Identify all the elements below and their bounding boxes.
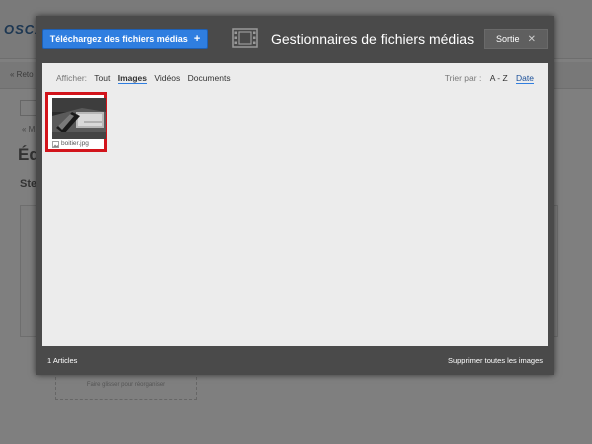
file-name: boitier.jpg bbox=[61, 140, 89, 147]
filter-documents[interactable]: Documents bbox=[188, 73, 231, 83]
item-count: 1 Articles bbox=[47, 356, 78, 365]
filter-videos[interactable]: Vidéos bbox=[154, 73, 180, 83]
close-icon: ✕ bbox=[527, 33, 536, 45]
media-manager-modal: Téléchargez des fichiers médias + Gestio… bbox=[36, 16, 554, 375]
filter-images[interactable]: Images bbox=[117, 73, 147, 84]
exit-button-label: Sortie bbox=[496, 34, 520, 44]
filter-all[interactable]: Tout bbox=[94, 73, 110, 83]
upload-media-button[interactable]: Téléchargez des fichiers médias + bbox=[42, 29, 208, 49]
sort-bar: Trier par : A - Z Date bbox=[439, 73, 534, 84]
delete-all-images-link[interactable]: Supprimer toutes les images bbox=[448, 356, 543, 365]
film-strip-icon bbox=[232, 28, 258, 48]
file-thumbnail bbox=[52, 98, 106, 139]
modal-title: Gestionnaires de fichiers médias bbox=[271, 31, 475, 47]
sort-date[interactable]: Date bbox=[516, 73, 534, 84]
filter-label: Afficher: bbox=[56, 73, 88, 83]
media-file-card[interactable]: boitier.jpg bbox=[45, 92, 107, 152]
sort-label: Trier par : bbox=[444, 73, 482, 83]
media-library-panel: Afficher: Tout Images Vidéos Documents T… bbox=[42, 63, 548, 346]
filter-bar: Afficher: Tout Images Vidéos Documents bbox=[56, 73, 236, 84]
upload-button-label: Téléchargez des fichiers médias bbox=[49, 34, 188, 44]
exit-button[interactable]: Sortie ✕ bbox=[484, 29, 548, 49]
plus-icon: + bbox=[193, 33, 201, 45]
sort-a-z[interactable]: A - Z bbox=[490, 73, 508, 83]
image-file-icon bbox=[52, 141, 59, 148]
